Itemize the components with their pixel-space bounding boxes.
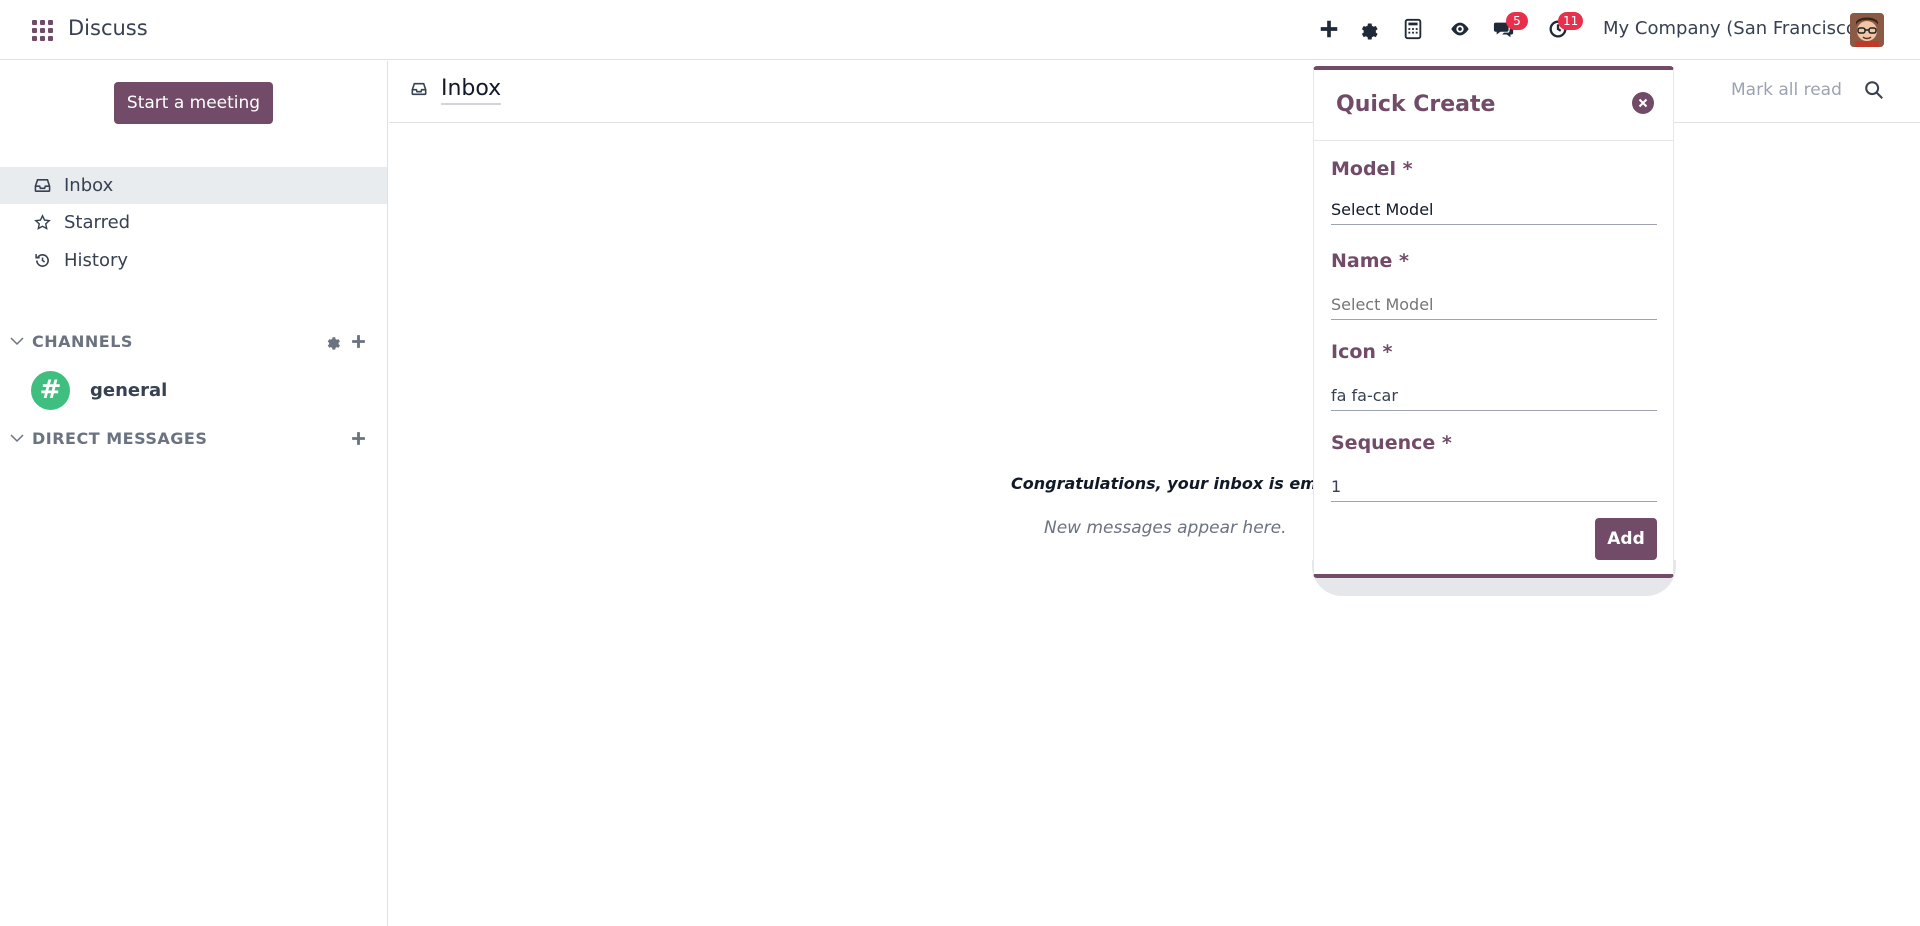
divider <box>1314 140 1673 141</box>
sidebar-item-label: Inbox <box>64 175 114 196</box>
plus-icon[interactable] <box>1315 15 1343 43</box>
channels-section-header: CHANNELS <box>0 326 387 356</box>
channels-heading[interactable]: CHANNELS <box>32 332 133 351</box>
channel-item-general[interactable]: # general <box>0 368 387 412</box>
direct-messages-section-header: DIRECT MESSAGES <box>0 423 387 453</box>
user-avatar[interactable] <box>1850 13 1884 47</box>
history-icon <box>32 251 52 271</box>
quick-create-title: Quick Create <box>1336 92 1496 117</box>
chevron-down-icon[interactable] <box>8 332 26 350</box>
icon-input[interactable] <box>1331 381 1657 411</box>
search-icon[interactable] <box>1863 79 1887 103</box>
discuss-sidebar: Start a meeting Inbox Starred History CH… <box>0 61 388 926</box>
activities-clock-icon[interactable]: 11 <box>1544 12 1584 43</box>
page-title: Inbox <box>441 76 502 105</box>
mark-all-read-button[interactable]: Mark all read <box>1731 80 1842 100</box>
empty-inbox-title: Congratulations, your inbox is empty <box>1011 474 1347 493</box>
model-label: Model * <box>1331 158 1413 180</box>
channel-name: general <box>90 379 168 401</box>
gear-icon[interactable] <box>1354 15 1382 43</box>
model-select[interactable] <box>1331 195 1657 225</box>
star-icon <box>32 213 52 233</box>
empty-inbox-subtitle: New messages appear here. <box>1044 518 1287 538</box>
sidebar-item-inbox[interactable]: Inbox <box>0 167 387 204</box>
sidebar-item-starred[interactable]: Starred <box>0 204 387 241</box>
sequence-label: Sequence * <box>1331 432 1452 454</box>
sequence-input[interactable] <box>1331 472 1657 502</box>
add-button[interactable]: Add <box>1595 518 1657 560</box>
sidebar-item-label: Starred <box>64 212 131 233</box>
sidebar-item-label: History <box>64 250 129 271</box>
messages-icon[interactable]: 5 <box>1490 12 1528 43</box>
add-channel-plus-icon[interactable] <box>349 332 367 350</box>
channel-avatar: # <box>31 370 70 410</box>
messages-badge: 5 <box>1506 12 1528 30</box>
close-icon[interactable] <box>1632 92 1654 114</box>
icon-label: Icon * <box>1331 341 1393 363</box>
start-meeting-button[interactable]: Start a meeting <box>114 82 273 124</box>
eye-icon[interactable] <box>1446 15 1474 43</box>
chevron-down-icon[interactable] <box>8 429 26 447</box>
quick-create-popover: Quick Create Model * Name * Icon * Seque… <box>1313 66 1674 578</box>
add-direct-message-plus-icon[interactable] <box>349 429 367 447</box>
inbox-icon <box>411 81 427 101</box>
sidebar-item-history[interactable]: History <box>0 242 387 279</box>
top-navbar: Discuss 5 11 My Company (San Francisco) <box>0 0 1920 60</box>
name-input[interactable] <box>1331 290 1657 320</box>
direct-messages-heading[interactable]: DIRECT MESSAGES <box>32 429 207 448</box>
app-title[interactable]: Discuss <box>68 16 148 40</box>
company-switcher[interactable]: My Company (San Francisco) <box>1603 18 1864 39</box>
apps-menu-icon[interactable] <box>30 18 54 42</box>
calculator-icon[interactable] <box>1399 15 1427 43</box>
name-label: Name * <box>1331 250 1409 272</box>
activities-badge: 11 <box>1558 12 1584 30</box>
thread-header: Inbox Mark all read <box>389 61 1920 123</box>
channel-settings-gear-icon[interactable] <box>323 332 341 350</box>
inbox-icon <box>32 176 52 196</box>
